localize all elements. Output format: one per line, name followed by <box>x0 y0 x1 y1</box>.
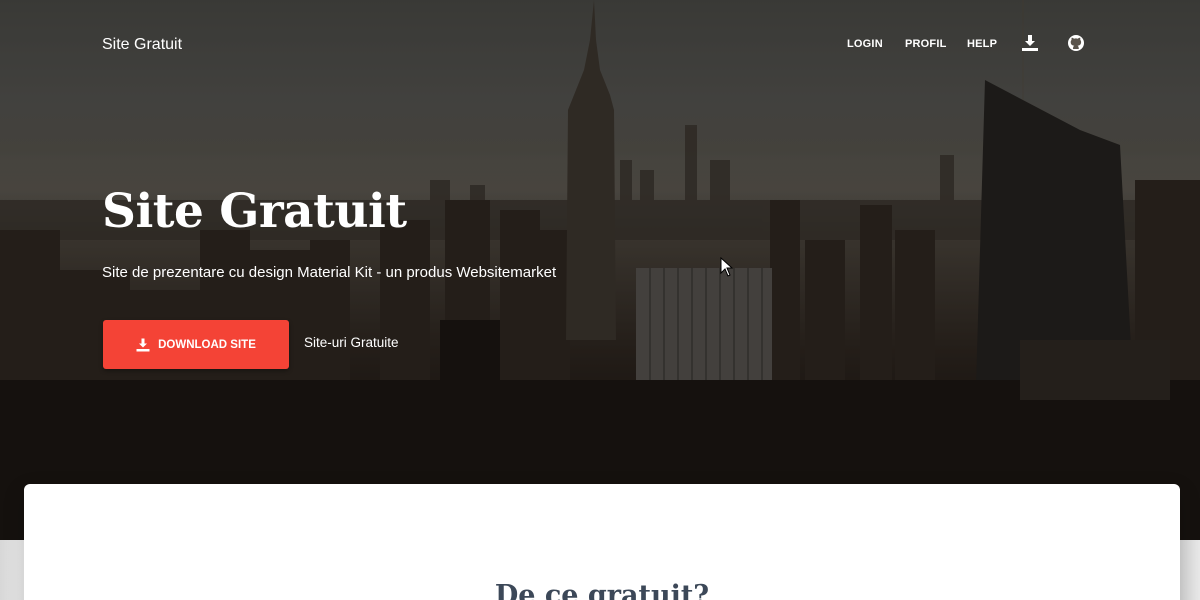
download-site-label: DOWNLOAD SITE <box>158 338 256 351</box>
nav-profil-link[interactable]: PROFIL <box>905 38 947 50</box>
section-title: De ce gratuit? <box>494 580 710 600</box>
nav-login-link[interactable]: LOGIN <box>847 38 883 50</box>
page: Site Gratuit LOGIN PROFIL HELP Site Grat… <box>0 0 1200 600</box>
main-content-card: De ce gratuit? <box>24 484 1180 600</box>
download-site-button[interactable]: DOWNLOAD SITE <box>103 320 289 369</box>
page-side-left <box>0 540 24 600</box>
mouse-cursor-icon <box>720 257 734 277</box>
site-uri-gratuite-link[interactable]: Site-uri Gratuite <box>304 335 399 350</box>
github-icon[interactable] <box>1067 34 1085 52</box>
nav-help-link[interactable]: HELP <box>967 38 997 50</box>
hero-title: Site Gratuit <box>102 184 407 239</box>
hero-subtitle: Site de prezentare cu design Material Ki… <box>102 264 557 281</box>
download-icon[interactable] <box>1021 34 1039 52</box>
download-icon <box>136 338 150 352</box>
brand-link[interactable]: Site Gratuit <box>102 36 182 54</box>
navbar: Site Gratuit LOGIN PROFIL HELP <box>0 0 1200 90</box>
page-side-right <box>1180 540 1200 600</box>
